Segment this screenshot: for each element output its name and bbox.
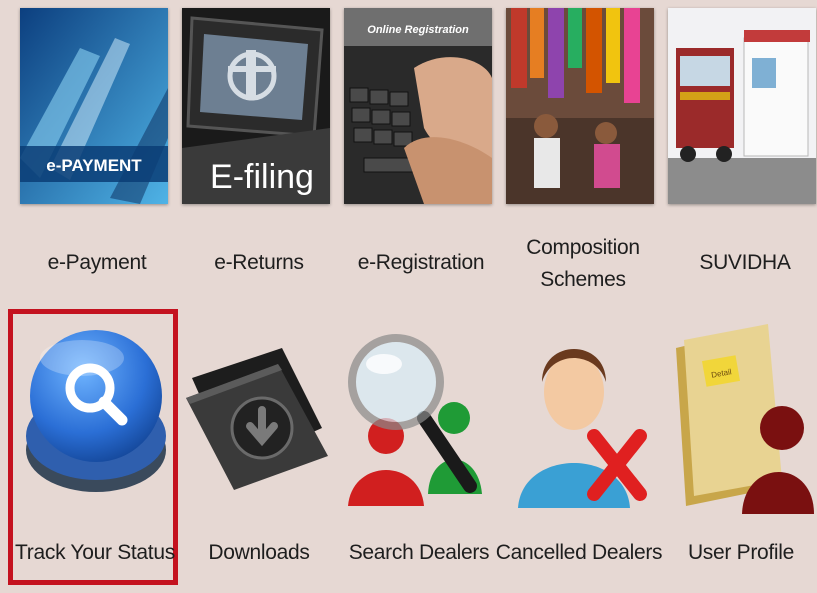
tile-label: e-Registration bbox=[357, 251, 485, 274]
tile-cancelled-dealers[interactable]: Cancelled Dealers bbox=[496, 318, 663, 578]
tile-label: Track Your Status bbox=[15, 541, 175, 564]
tile-label-line1: Composition bbox=[526, 236, 640, 259]
svg-text:E-filing: E-filing bbox=[210, 158, 314, 196]
tile-label: Cancelled Dealers bbox=[495, 541, 663, 564]
user-profile-folder-icon: Detail bbox=[664, 318, 817, 518]
search-dealers-icon bbox=[342, 318, 502, 518]
tile-label: SUVIDHA bbox=[699, 251, 791, 274]
download-folder-icon bbox=[182, 318, 342, 518]
tile-label: e-Returns bbox=[214, 251, 304, 274]
tile-e-payment[interactable]: e-PAYMENT e-Payment bbox=[20, 8, 168, 298]
svg-text:e-PAYMENT: e-PAYMENT bbox=[46, 156, 142, 175]
composition-schemes-image bbox=[506, 8, 654, 204]
page: { "tiles_row1": [ {"label": "e-Payment",… bbox=[0, 0, 817, 593]
tile-composition-schemes[interactable]: Composition Schemes bbox=[506, 8, 654, 298]
tile-search-dealers[interactable]: Search Dealers bbox=[342, 318, 492, 578]
tile-downloads[interactable]: Downloads bbox=[182, 318, 332, 578]
tile-label: User Profile bbox=[687, 541, 795, 564]
tile-user-profile[interactable]: Detail User Profile bbox=[664, 318, 814, 578]
svg-text:Online Registration: Online Registration bbox=[367, 24, 469, 36]
cancelled-dealer-icon bbox=[502, 318, 662, 518]
tile-label-line2: Schemes bbox=[540, 268, 626, 291]
e-returns-image: E-filing bbox=[182, 8, 330, 204]
tile-label: Search Dealers bbox=[348, 541, 490, 564]
suvidha-image bbox=[668, 8, 816, 204]
e-registration-image: Online Registration bbox=[344, 8, 492, 204]
tile-e-registration[interactable]: Online Registration e-Registration bbox=[344, 8, 492, 298]
tile-e-returns[interactable]: E-filing e-Returns bbox=[182, 8, 330, 298]
tile-label: Downloads bbox=[208, 541, 310, 564]
tile-label: Composition Schemes bbox=[498, 232, 668, 296]
tile-suvidha[interactable]: SUVIDHA bbox=[668, 8, 816, 298]
magnifier-button-icon bbox=[18, 318, 178, 518]
e-payment-image: e-PAYMENT bbox=[20, 8, 168, 204]
tile-label: e-Payment bbox=[47, 251, 147, 274]
tile-track-your-status[interactable]: Track Your Status bbox=[15, 318, 175, 578]
